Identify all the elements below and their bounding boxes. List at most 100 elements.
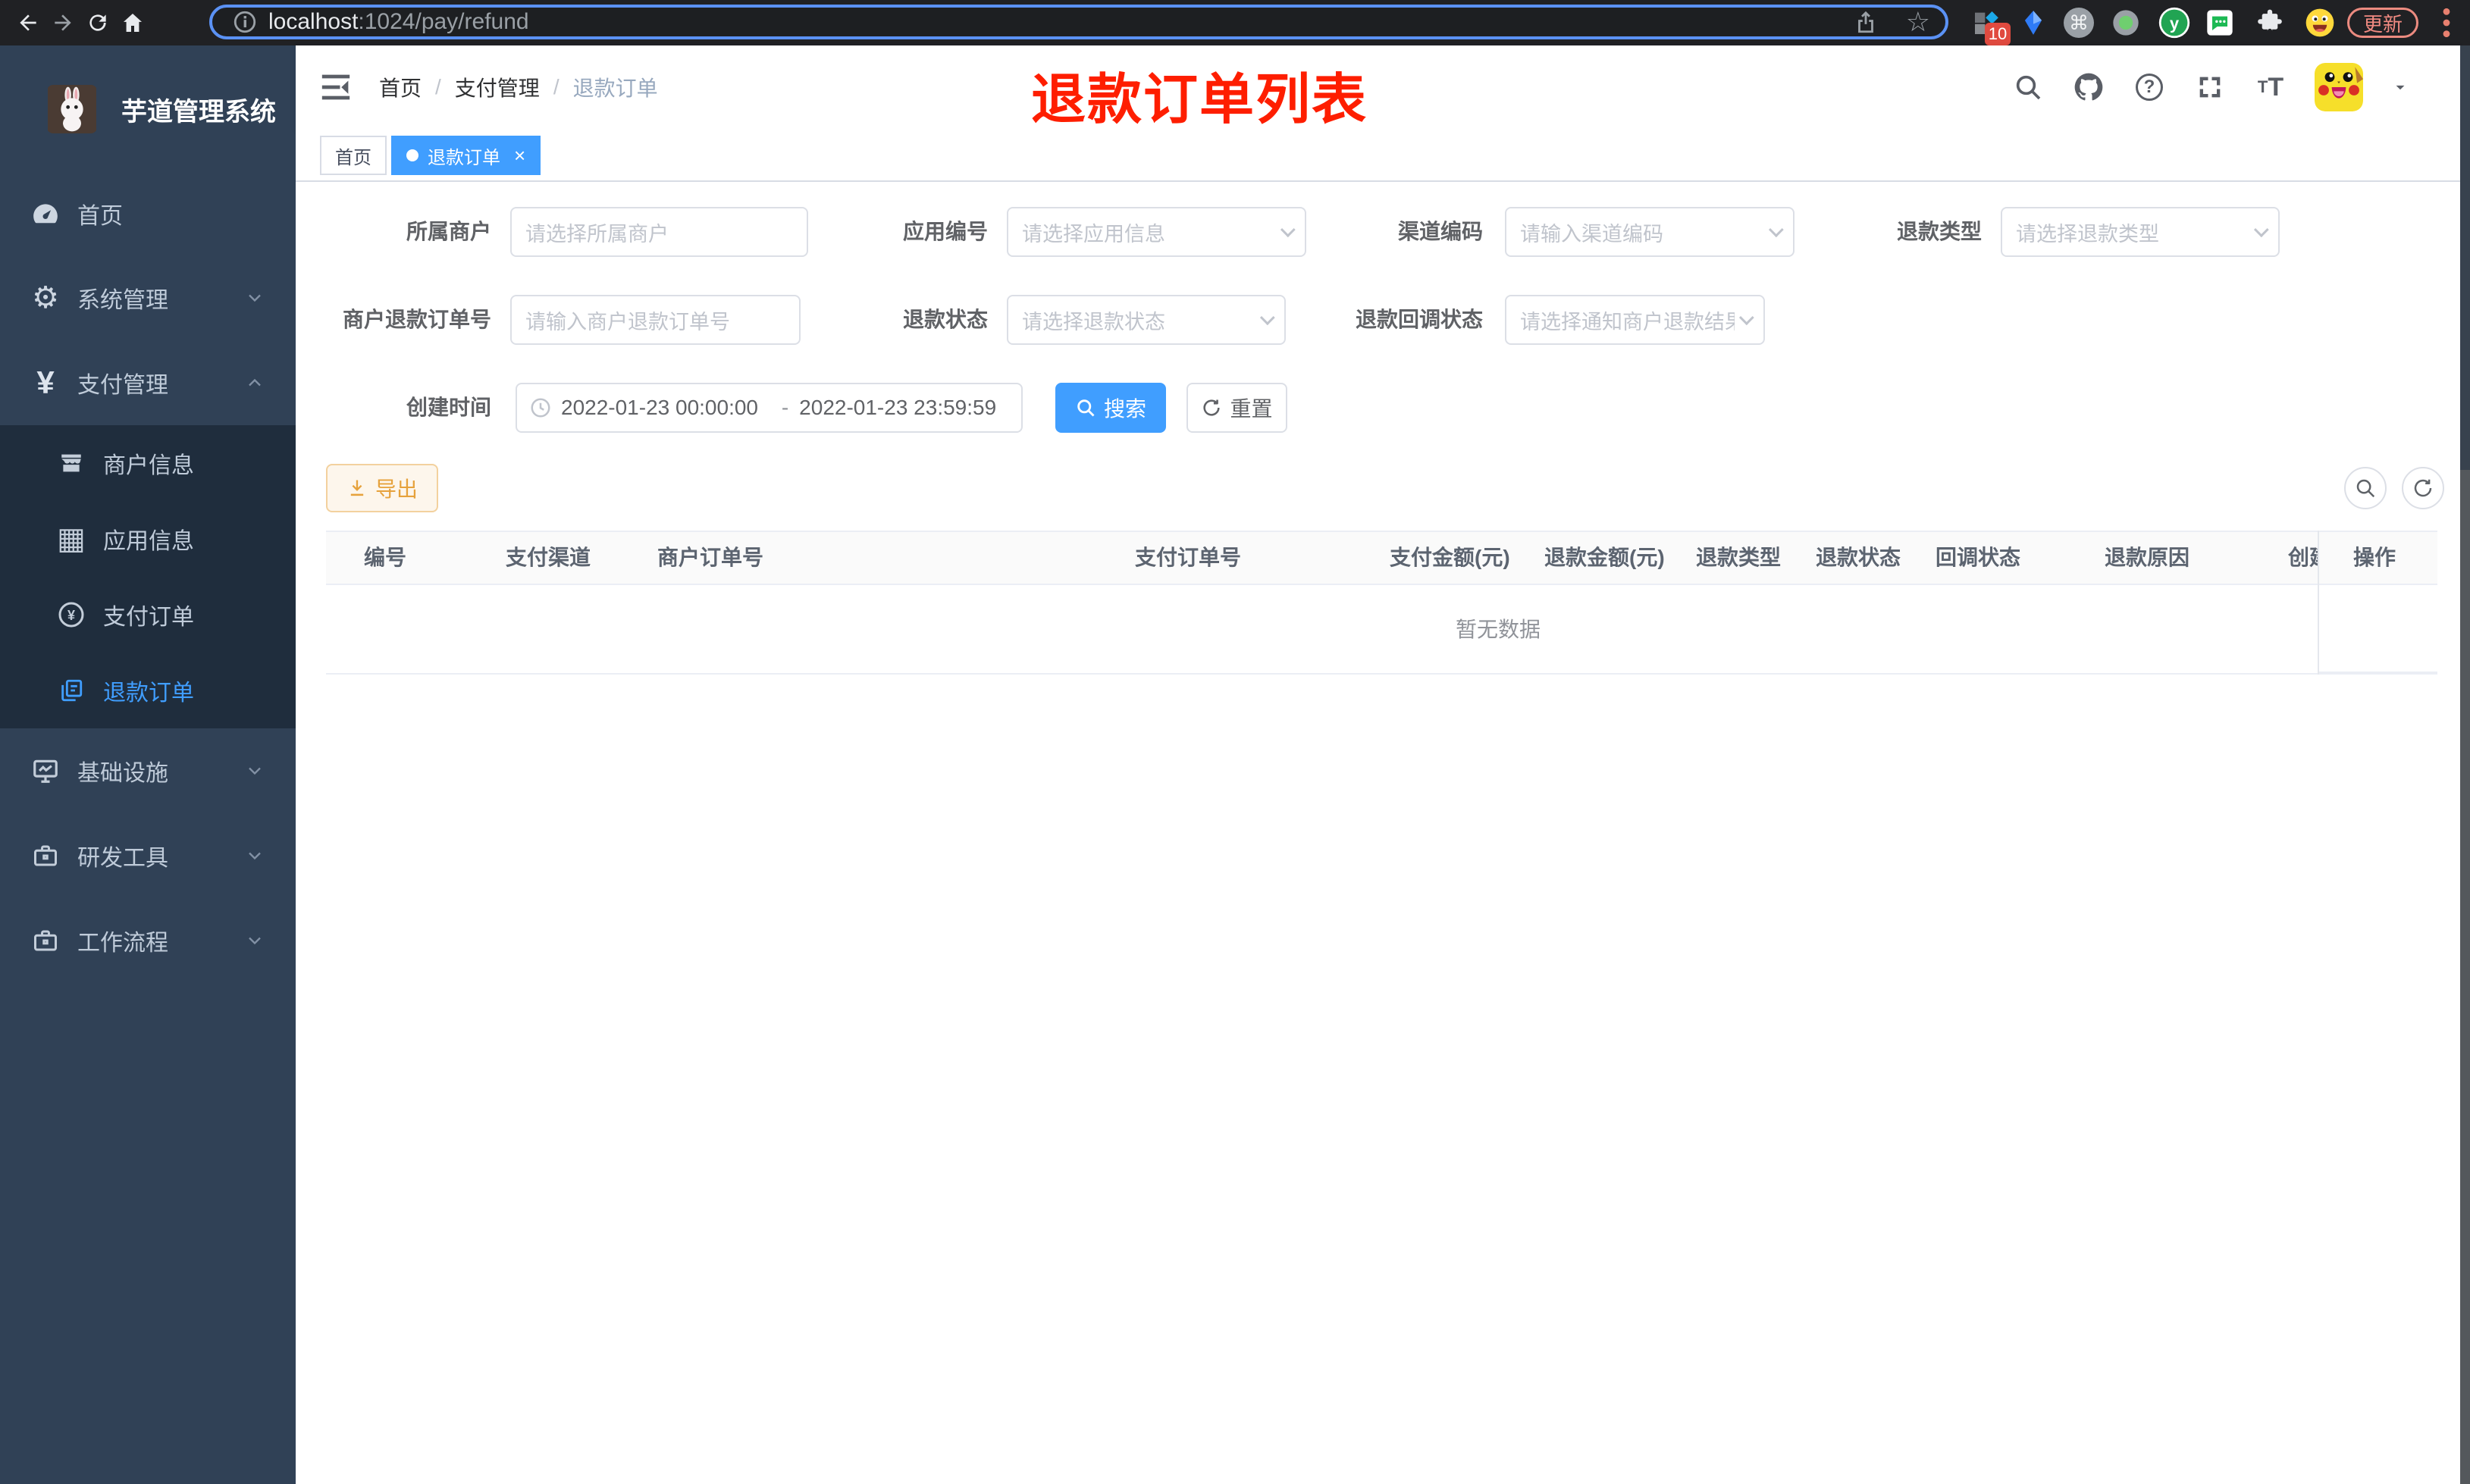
fullscreen-icon[interactable]	[2193, 70, 2227, 104]
chevron-up-icon	[244, 372, 265, 393]
empty-text: 暂无数据	[1456, 618, 1541, 641]
label-merchant-refund-no: 商户退款订单号	[342, 308, 491, 331]
tags-view: 首页 退款订单 ×	[296, 129, 2460, 182]
sidebar-item-pay-order[interactable]: ¥ 支付订单	[0, 577, 296, 653]
url-text[interactable]: localhost:1024/pay/refund	[268, 9, 529, 35]
label-refund-status: 退款状态	[902, 308, 988, 331]
refund-status-select[interactable]: 请选择退款状态	[1007, 295, 1286, 345]
refresh-icon	[1201, 397, 1222, 418]
tag-home[interactable]: 首页	[320, 136, 387, 175]
refund-type-select[interactable]: 请选择退款类型	[2001, 207, 2280, 257]
breadcrumb-home[interactable]: 首页	[379, 72, 422, 102]
browser-home-icon[interactable]	[117, 7, 149, 39]
table-search-toggle-button[interactable]	[2344, 467, 2387, 509]
sidebar-item-merchant-info[interactable]: 商户信息	[0, 425, 296, 501]
browser-update-button[interactable]: 更新	[2347, 8, 2419, 38]
pay-submenu: 商户信息 ▦ 应用信息 ¥ 支付订单 退款订单	[0, 425, 296, 728]
bookmark-star-icon[interactable]: ☆	[1906, 8, 1930, 36]
sidebar-item-home[interactable]: 首页	[0, 171, 296, 256]
app-select[interactable]: 请选择应用信息	[1007, 207, 1306, 257]
breadcrumb: 首页 / 支付管理 / 退款订单	[379, 45, 658, 129]
share-icon[interactable]	[1853, 9, 1879, 35]
export-button[interactable]: 导出	[326, 464, 438, 512]
url-host: localhost	[268, 9, 359, 34]
date-end-value[interactable]: 2022-01-23 23:59:59	[799, 396, 1009, 420]
sidebar-item-refund-order[interactable]: 退款订单	[0, 653, 296, 728]
label-app: 应用编号	[902, 220, 988, 243]
browser-back-icon[interactable]	[12, 7, 44, 39]
col-merchant-order-no: 商户订单号	[657, 546, 764, 569]
scrollbar-thumb[interactable]	[2460, 45, 2470, 470]
yen-icon: ¥	[36, 365, 55, 400]
sidebar-logo[interactable]: 芋道管理系统	[0, 56, 296, 162]
download-icon	[346, 477, 368, 499]
sidebar-item-app-info[interactable]: ▦ 应用信息	[0, 501, 296, 577]
svg-text:y: y	[2170, 14, 2180, 33]
chevron-down-icon	[244, 930, 265, 951]
header-search-icon[interactable]	[2011, 70, 2045, 104]
breadcrumb-separator: /	[435, 75, 441, 99]
tag-refund-order[interactable]: 退款订单 ×	[391, 136, 541, 175]
extensions-puzzle-icon[interactable]	[2253, 6, 2287, 39]
extension-command-icon[interactable]: ⌘	[2062, 6, 2095, 39]
sidebar-item-pay[interactable]: ¥ 支付管理	[0, 340, 296, 425]
sidebar-toggle-icon[interactable]	[318, 70, 353, 104]
logo-rabbit-avatar	[47, 85, 97, 133]
browser-reload-icon[interactable]	[82, 7, 114, 39]
merchant-refund-no-input[interactable]: 请输入商户退款订单号	[510, 295, 801, 345]
extension-badge: 10	[1985, 23, 2011, 45]
user-avatar[interactable]	[2315, 63, 2363, 111]
sidebar-item-devtools[interactable]: 研发工具	[0, 813, 296, 898]
shop-icon	[55, 450, 88, 476]
tag-label: 退款订单	[428, 147, 500, 168]
sidebar-item-system[interactable]: ⚙ 系统管理	[0, 255, 296, 340]
sidebar-item-workflow[interactable]: 工作流程	[0, 898, 296, 983]
tag-close-icon[interactable]: ×	[514, 146, 525, 165]
extension-green-dot-icon[interactable]	[2109, 6, 2142, 39]
table-body: 暂无数据	[326, 585, 2437, 675]
breadcrumb-pay[interactable]: 支付管理	[455, 72, 540, 102]
svg-text:¥: ¥	[67, 608, 75, 623]
sidebar-item-label: 商户信息	[103, 453, 194, 478]
label-create-time: 创建时间	[406, 396, 491, 419]
col-pay-channel: 支付渠道	[506, 546, 591, 569]
address-bar[interactable]: localhost:1024/pay/refund ☆	[209, 5, 1948, 39]
annotation-title: 退款订单列表	[1031, 70, 1368, 130]
search-button[interactable]: 搜索	[1055, 383, 1166, 433]
chevron-down-icon	[1768, 222, 1784, 238]
url-path: :1024/pay/refund	[358, 9, 529, 34]
github-icon[interactable]	[2072, 70, 2105, 104]
sidebar-item-label: 支付管理	[77, 373, 168, 398]
extension-blue-diamond-icon[interactable]: 10	[1970, 6, 2011, 45]
merchant-placeholder: 请选择所属商户	[525, 222, 669, 246]
extension-y-icon[interactable]: y	[2158, 6, 2191, 39]
reset-button[interactable]: 重置	[1186, 383, 1287, 433]
avatar-caret-icon[interactable]	[2390, 77, 2410, 97]
window-scrollbar[interactable]	[2460, 45, 2470, 1484]
create-time-range-picker[interactable]: 2022-01-23 00:00:00 - 2022-01-23 23:59:5…	[516, 383, 1023, 433]
site-info-icon[interactable]	[232, 9, 258, 35]
sidebar-item-label: 基础设施	[77, 761, 168, 786]
refund-type-placeholder: 请选择退款类型	[2016, 222, 2159, 246]
col-refund-reason: 退款原因	[2105, 546, 2190, 569]
extension-kite-icon[interactable]	[2017, 6, 2050, 39]
channel-select[interactable]: 请输入渠道编码	[1505, 207, 1795, 257]
help-icon[interactable]: ?	[2133, 70, 2166, 104]
browser-menu-icon[interactable]	[2435, 6, 2458, 39]
label-refund-type: 退款类型	[1896, 220, 1982, 243]
table-refresh-button[interactable]	[2402, 467, 2444, 509]
label-merchant: 所属商户	[406, 220, 491, 243]
extension-emoji-icon[interactable]	[2303, 6, 2337, 39]
callback-status-select[interactable]: 请选择通知商户退款结果的回调状态	[1505, 295, 1765, 345]
document-copy-icon	[55, 678, 88, 703]
col-refund-status: 退款状态	[1816, 546, 1901, 569]
date-start-value[interactable]: 2022-01-23 00:00:00	[561, 396, 771, 420]
font-size-icon[interactable]: TT	[2254, 70, 2287, 104]
search-icon	[1075, 397, 1096, 418]
browser-forward-icon[interactable]	[47, 7, 79, 39]
merchant-input[interactable]: 请选择所属商户	[510, 207, 808, 257]
sidebar-item-infra[interactable]: 基础设施	[0, 728, 296, 813]
tag-label: 首页	[335, 147, 371, 168]
col-refund-amount: 退款金额(元)	[1544, 546, 1665, 569]
extension-chat-icon[interactable]	[2203, 6, 2236, 39]
